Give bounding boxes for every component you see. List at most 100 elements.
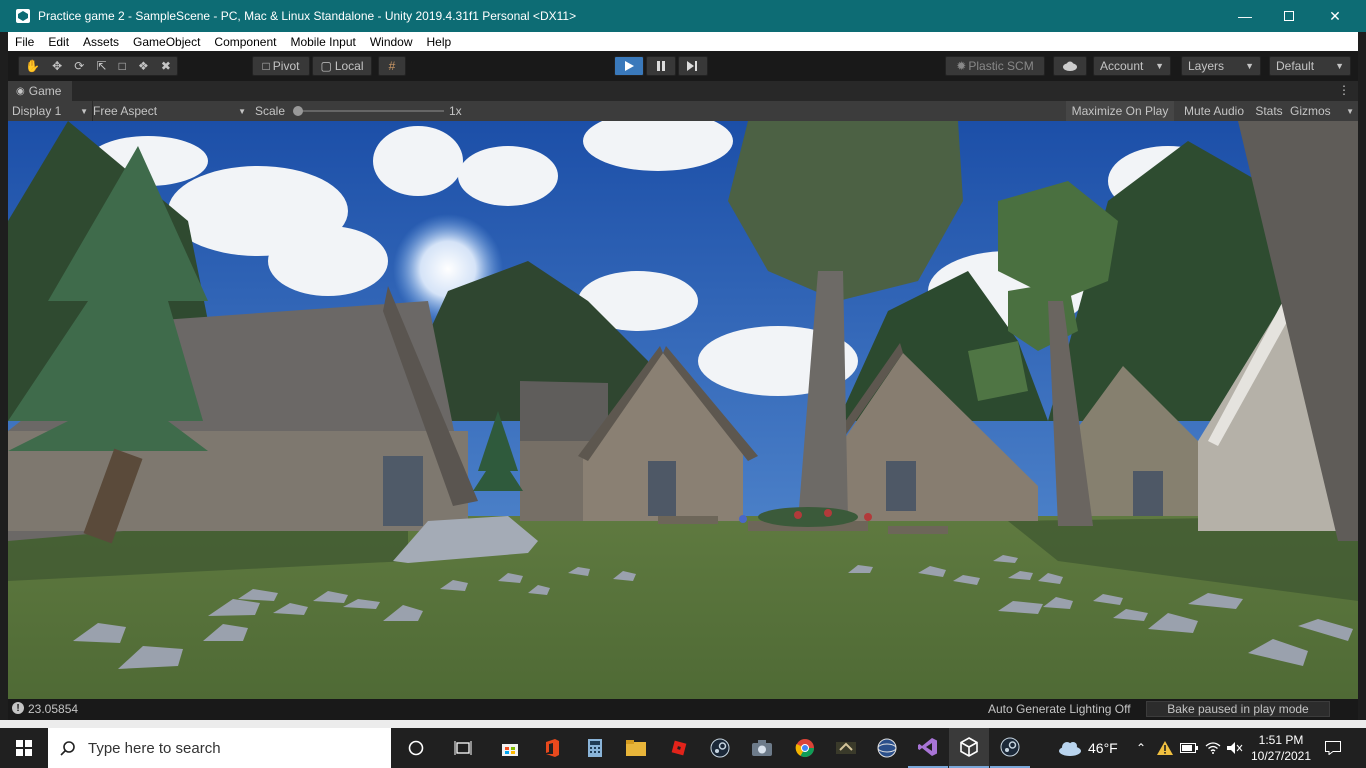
task-view-icon[interactable]: [443, 728, 483, 768]
grid-snap-icon: #: [388, 59, 396, 73]
steam-running-icon[interactable]: [990, 728, 1030, 768]
bake-status: Bake paused in play mode: [1167, 702, 1309, 716]
move-tool-icon[interactable]: ✥: [52, 59, 62, 73]
hand-tool-icon[interactable]: ✋: [25, 59, 40, 73]
display-dropdown[interactable]: Display 1 ▼: [12, 101, 88, 121]
game-scene: [8, 121, 1358, 699]
info-icon: !: [12, 702, 24, 714]
gamepad-icon: ◉: [16, 85, 25, 97]
console-message[interactable]: 23.05854: [28, 702, 78, 716]
menu-gameobject[interactable]: GameObject: [126, 35, 207, 49]
pivot-toggle[interactable]: □ Pivot: [252, 56, 310, 76]
aspect-dropdown[interactable]: Free Aspect ▼: [92, 101, 246, 121]
clock[interactable]: 1:51 PM 10/27/2021: [1248, 730, 1314, 766]
window-title: Practice game 2 - SampleScene - PC, Mac …: [38, 9, 577, 23]
stats-toggle[interactable]: Stats: [1252, 101, 1286, 121]
calculator-icon[interactable]: [575, 728, 615, 768]
window-bottom-edge: [0, 720, 1366, 728]
battery-icon[interactable]: [1178, 728, 1200, 768]
start-button[interactable]: [4, 728, 44, 768]
unity-logo-icon: [16, 9, 30, 23]
cortana-icon[interactable]: [396, 728, 436, 768]
stats-label: Stats: [1255, 104, 1283, 118]
visual-studio-icon[interactable]: [908, 728, 948, 768]
weather-widget[interactable]: 46°F: [1058, 728, 1118, 768]
scale-label: Scale: [255, 104, 286, 118]
taskbar-search-box[interactable]: Type here to search: [48, 728, 391, 768]
maximize-on-play-toggle[interactable]: Maximize On Play: [1066, 101, 1174, 121]
search-placeholder: Type here to search: [88, 739, 221, 757]
minimize-button[interactable]: —: [1222, 0, 1268, 32]
cloud-button[interactable]: [1053, 56, 1087, 76]
plastic-scm-button[interactable]: ✹ Plastic SCM: [945, 56, 1045, 76]
gizmos-dropdown[interactable]: Gizmos ▼: [1290, 101, 1354, 121]
volume-muted-icon[interactable]: [1224, 728, 1246, 768]
pivot-label: Pivot: [272, 59, 300, 73]
cloud-icon: [1059, 742, 1081, 756]
roblox-icon[interactable]: [659, 728, 699, 768]
mute-audio-toggle[interactable]: Mute Audio: [1178, 101, 1250, 121]
transform-tool-icon[interactable]: ❖: [138, 59, 149, 73]
pause-button[interactable]: [646, 56, 676, 76]
layout-dropdown[interactable]: Default ▼: [1269, 56, 1351, 76]
mute-label: Mute Audio: [1183, 104, 1245, 118]
menu-mobile-input[interactable]: Mobile Input: [283, 35, 362, 49]
transform-tools: ✋ ✥ ⟳ ⇱ □ ❖ ✖: [18, 56, 178, 76]
scale-slider[interactable]: [293, 101, 444, 121]
notification-icon[interactable]: [1318, 728, 1348, 768]
menu-window[interactable]: Window: [363, 35, 420, 49]
step-button[interactable]: [678, 56, 708, 76]
grid-snap-button[interactable]: #: [378, 56, 406, 76]
game-viewport[interactable]: [8, 121, 1358, 699]
office-icon[interactable]: [532, 728, 572, 768]
wifi-icon[interactable]: [1202, 728, 1224, 768]
menu-file[interactable]: File: [8, 35, 41, 49]
menu-help[interactable]: Help: [420, 35, 459, 49]
account-dropdown[interactable]: Account ▼: [1093, 56, 1171, 76]
cloud-icon: [1063, 61, 1077, 71]
game-tab-bar: ◉ Game ⋮: [8, 81, 1358, 101]
layers-dropdown[interactable]: Layers ▼: [1181, 56, 1261, 76]
scale-tool-icon[interactable]: ⇱: [96, 59, 106, 73]
tab-game[interactable]: ◉ Game: [8, 81, 72, 101]
game-app-icon[interactable]: [826, 728, 866, 768]
menu-edit[interactable]: Edit: [41, 35, 76, 49]
maximize-button[interactable]: [1266, 0, 1312, 32]
main-toolbar: ✋ ✥ ⟳ ⇱ □ ❖ ✖ □ Pivot ▢ Local # ✹ Plasti…: [8, 51, 1358, 81]
unity-taskbar-icon[interactable]: [949, 728, 989, 768]
step-icon: [687, 61, 697, 71]
scale-slider-handle[interactable]: [293, 106, 303, 116]
chevron-down-icon: ▼: [80, 106, 88, 116]
status-bar: ! 23.05854 Auto Generate Lighting Off Ba…: [8, 699, 1358, 720]
menu-assets[interactable]: Assets: [76, 35, 126, 49]
close-button[interactable]: ✕: [1312, 0, 1358, 32]
pivot-icon: □: [262, 59, 270, 73]
maximize-label: Maximize On Play: [1071, 104, 1169, 118]
menu-component[interactable]: Component: [207, 35, 283, 49]
warning-icon[interactable]: [1154, 728, 1176, 768]
chrome-icon[interactable]: [785, 728, 825, 768]
window-titlebar: Practice game 2 - SampleScene - PC, Mac …: [0, 0, 1366, 32]
custom-tool-icon[interactable]: ✖: [161, 59, 171, 73]
weather-temp: 46°F: [1088, 740, 1118, 756]
tab-menu-icon[interactable]: ⋮: [1338, 83, 1350, 97]
file-explorer-icon[interactable]: [616, 728, 656, 768]
tab-game-label: Game: [28, 84, 62, 98]
aspect-label: Free Aspect: [93, 104, 158, 118]
layers-label: Layers: [1188, 59, 1225, 73]
globe-app-icon[interactable]: [867, 728, 907, 768]
windows-taskbar: Type here to search 46°F ⌃ 1:51 PM 10/27…: [0, 728, 1366, 768]
gizmos-label: Gizmos: [1290, 104, 1331, 118]
scale-value: 1x: [449, 104, 462, 118]
rect-tool-icon[interactable]: □: [119, 59, 126, 73]
rotate-tool-icon[interactable]: ⟳: [74, 59, 84, 73]
play-button[interactable]: [614, 56, 644, 76]
local-label: Local: [334, 59, 364, 73]
camera-icon[interactable]: [742, 728, 782, 768]
microsoft-store-icon[interactable]: [490, 728, 530, 768]
pause-icon: [657, 61, 665, 71]
steam-icon[interactable]: [700, 728, 740, 768]
local-icon: ▢: [320, 59, 332, 73]
local-toggle[interactable]: ▢ Local: [312, 56, 372, 76]
chevron-up-icon[interactable]: ⌃: [1130, 728, 1152, 768]
